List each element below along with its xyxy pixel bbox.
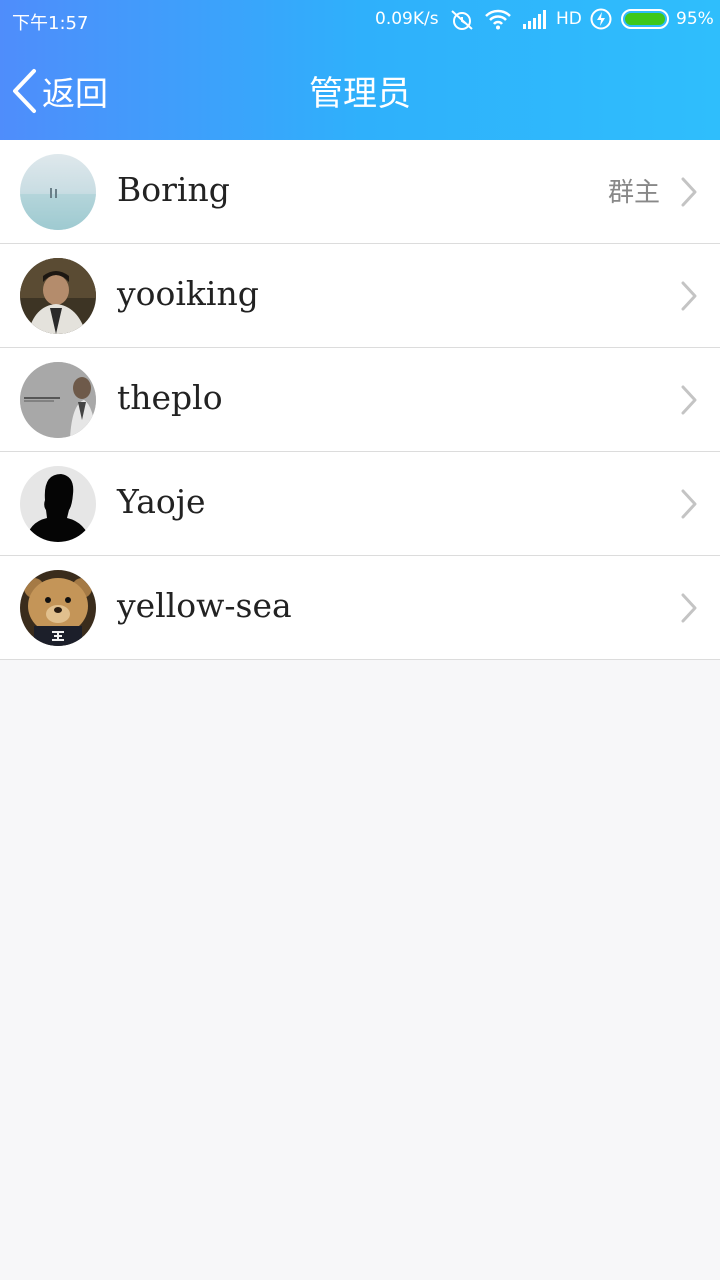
role-badge: 群主 — [607, 178, 660, 208]
alarm-off-icon — [451, 10, 473, 30]
list-item[interactable]: yooiking — [0, 244, 720, 348]
list-item[interactable]: Yaoje — [0, 452, 720, 556]
chevron-right-icon — [681, 593, 697, 623]
navigation-bar: 返回 管理员 — [0, 40, 720, 140]
page-title: 管理员 — [309, 74, 411, 114]
avatar — [20, 154, 96, 230]
list-item[interactable]: theplo — [0, 348, 720, 452]
app-header: 下午1:57 0.09K/s HD 95% 返回 管理员 — [0, 0, 720, 140]
signal-icon — [523, 10, 546, 29]
chevron-right-icon — [681, 385, 697, 415]
member-name: Boring — [117, 170, 230, 209]
avatar — [20, 570, 96, 646]
admin-list: Boring 群主 yooiking theplo Yaoje yellow-s… — [0, 140, 720, 660]
member-name: theplo — [117, 378, 223, 417]
status-time: 下午1:57 — [12, 13, 89, 34]
chevron-right-icon — [681, 281, 697, 311]
member-name: yooiking — [117, 274, 259, 313]
status-net-speed: 0.09K/s — [375, 9, 439, 29]
status-network-type: HD — [556, 9, 582, 29]
avatar — [20, 362, 96, 438]
avatar — [20, 258, 96, 334]
status-battery-percent: 95% — [676, 9, 714, 29]
battery-icon — [621, 9, 669, 29]
member-name: Yaoje — [117, 482, 206, 521]
chevron-right-icon — [681, 177, 697, 207]
status-bar: 下午1:57 0.09K/s HD 95% — [0, 0, 720, 40]
charging-icon — [590, 8, 612, 30]
avatar — [20, 466, 96, 542]
list-item[interactable]: Boring 群主 — [0, 140, 720, 244]
chevron-right-icon — [681, 489, 697, 519]
wifi-icon — [485, 9, 511, 30]
member-name: yellow-sea — [117, 586, 292, 625]
list-item[interactable]: yellow-sea — [0, 556, 720, 660]
